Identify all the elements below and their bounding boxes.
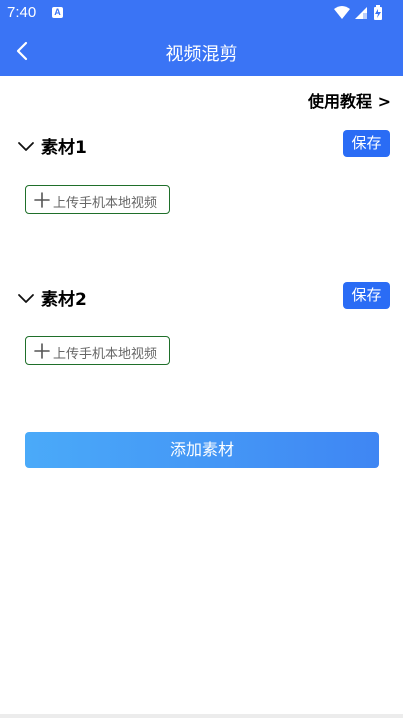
app-header: 视频混剪 — [0, 28, 403, 76]
video-mix-screen: 7:40 A 视频混剪 使用教程 > 素材1 保存 上传手机本地视频 素材2 保… — [0, 0, 403, 718]
material-section-1-header: 素材1 保存 — [0, 130, 403, 162]
top-bar: 7:40 A 视频混剪 — [0, 0, 403, 76]
plus-icon — [34, 192, 50, 208]
battery-icon — [374, 5, 382, 20]
upload-label-1: 上传手机本地视频 — [53, 196, 158, 211]
material-section-2-title: 素材2 — [41, 290, 87, 310]
upload-label-2: 上传手机本地视频 — [53, 347, 158, 362]
save-button-1[interactable]: 保存 — [343, 130, 390, 157]
save-button-2[interactable]: 保存 — [343, 282, 390, 309]
tutorial-link[interactable]: 使用教程 > — [308, 88, 391, 112]
upload-local-video-button-2[interactable]: 上传手机本地视频 — [25, 336, 170, 365]
notification-icon: A — [52, 7, 63, 18]
page-title: 视频混剪 — [165, 44, 238, 65]
add-material-button[interactable]: 添加素材 — [25, 432, 379, 468]
material-section-1-title: 素材1 — [41, 138, 87, 158]
chevron-down-icon[interactable] — [17, 289, 35, 307]
status-time: 7:40 — [7, 4, 37, 21]
status-icons — [334, 5, 382, 20]
material-section-2-header: 素材2 保存 — [0, 282, 403, 314]
upload-local-video-button-1[interactable]: 上传手机本地视频 — [25, 185, 170, 214]
signal-icon-cut — [363, 13, 367, 19]
wifi-icon — [334, 6, 350, 19]
status-bar: 7:40 A — [0, 0, 403, 28]
chevron-down-icon[interactable] — [17, 137, 35, 155]
bottom-edge — [0, 714, 403, 718]
plus-icon — [34, 343, 50, 359]
